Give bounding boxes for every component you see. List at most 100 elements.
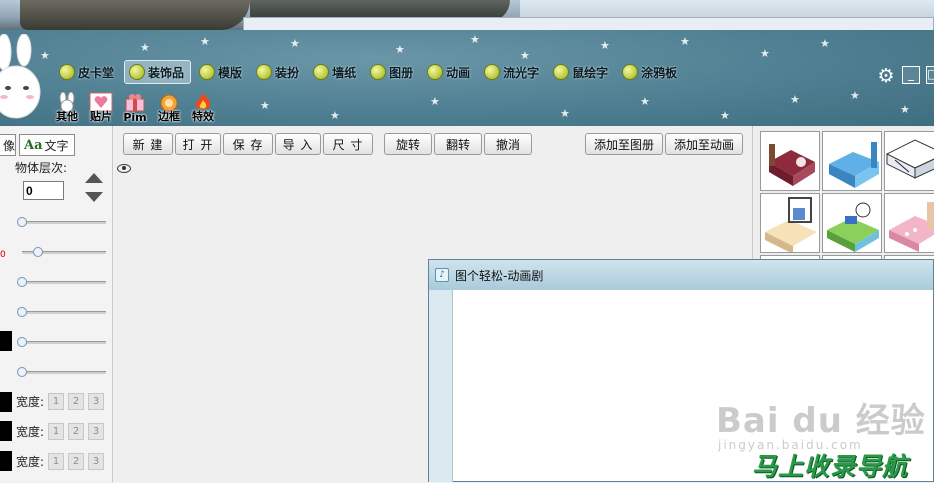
text-aa-icon: Aa [24,137,43,153]
width-row: 宽度: 1 2 3 [16,453,105,470]
subnav-pim[interactable]: Pim [120,92,150,124]
leaf-icon [553,64,570,80]
color-swatch[interactable] [0,392,12,412]
property-slider[interactable] [17,217,106,227]
leaf-icon [484,64,501,80]
layer-down-arrow-icon[interactable] [85,192,103,202]
thumbnail-canopy-bed[interactable] [760,193,820,253]
width-option-button[interactable]: 1 [48,393,65,410]
slider-thumb[interactable] [17,277,27,287]
open-button[interactable]: 打 开 [175,133,221,155]
app-icon: ♪ [435,268,449,282]
property-slider[interactable] [17,337,106,347]
category-nav: 皮卡堂 装饰品 模版 装扮 墙纸 图册 动画 流光字 鼠绘字 涂鸦板 [55,60,683,86]
slider-thumb[interactable] [33,247,43,257]
slider-thumb[interactable] [17,307,27,317]
nav-item-mouse-text[interactable]: 鼠绘字 [549,60,614,84]
panel-tabs: 像 Aa 文字 [0,134,75,156]
leaf-icon [622,64,639,80]
new-button[interactable]: 新 建 [123,133,173,155]
gift-icon [125,94,145,112]
property-slider[interactable] [17,277,106,287]
app-header: ★ ★ ★ ★ ★ ★ ★ ★ ★ ★ ★ ★ ★ ★ ★ ★ ★ ★ ★ ★ … [0,30,934,126]
subnav-stickers[interactable]: 贴片 [86,92,116,123]
color-swatch[interactable] [0,451,12,471]
width-row: 宽度: 1 2 3 [16,393,105,410]
thumbnail-green-bed[interactable] [822,193,882,253]
add-to-animation-button[interactable]: 添加至动画 [665,133,743,155]
property-slider[interactable] [17,367,106,377]
property-slider[interactable] [22,247,106,257]
leaf-icon [313,64,330,80]
tab-image[interactable]: 像 [0,134,16,156]
background-window-edge [243,17,934,31]
leaf-icon [59,64,75,80]
thumbnail-blue-bed[interactable] [822,131,882,191]
width-option-button[interactable]: 2 [68,393,85,410]
properties-panel: 像 Aa 文字 物体层次: 0 宽度: 1 2 3 宽度: 1 2 3 宽度: … [0,126,113,482]
color-swatch[interactable] [0,421,12,441]
flip-button[interactable]: 翻转 [434,133,482,155]
edit-toolbar: 旋转 翻转 撤消 [384,133,532,155]
slider-thumb[interactable] [17,367,27,377]
leaf-icon [256,64,273,80]
nav-item-templates[interactable]: 模版 [195,60,248,84]
layer-up-arrow-icon[interactable] [85,173,103,183]
width-option-button[interactable]: 1 [48,423,65,440]
thumbnail-red-bed[interactable] [760,131,820,191]
subnav-other[interactable]: 其他 [52,92,82,123]
slider-thumb[interactable] [17,337,27,347]
nav-item-decorations[interactable]: 装饰品 [124,60,192,84]
width-option-button[interactable]: 3 [88,453,105,470]
color-swatch[interactable] [0,331,12,351]
export-toolbar: 添加至图册 添加至动画 [585,133,743,155]
subnav-effects[interactable]: 特效 [188,92,218,123]
visibility-eye-icon[interactable] [117,164,131,173]
thumbnail-white-shelf[interactable] [884,131,934,191]
size-button[interactable]: 尺 寸 [323,133,373,155]
minimize-button[interactable]: _ [902,66,920,84]
leaf-icon [129,64,146,80]
layer-input[interactable] [23,181,64,200]
width-option-button[interactable]: 2 [68,453,85,470]
nav-item-animation[interactable]: 动画 [423,60,476,84]
animation-window-sidebar [429,290,453,482]
baidu-watermark: Bai du 经验 [716,401,926,441]
marker-icon: 0 [0,250,6,260]
settings-gear-icon[interactable]: ⚙ [876,66,896,86]
property-slider[interactable] [17,307,106,317]
slider-thumb[interactable] [17,217,27,227]
rock-scenery [20,0,250,30]
width-row: 宽度: 1 2 3 [16,423,105,440]
tab-text[interactable]: Aa 文字 [19,134,75,156]
save-button[interactable]: 保 存 [223,133,273,155]
nav-item-glow-text[interactable]: 流光字 [480,60,545,84]
nav-item-album[interactable]: 图册 [366,60,419,84]
maximize-button[interactable]: □ [926,66,934,84]
animation-window-titlebar[interactable]: ♪ 图个轻松-动画剧 [429,260,933,290]
width-option-button[interactable]: 3 [88,393,105,410]
subnav-frames[interactable]: 边框 [154,92,184,123]
file-toolbar: 新 建 打 开 保 存 导 入 尺 寸 [123,133,373,155]
window-controls: ⚙ _ □ [876,66,934,86]
import-button[interactable]: 导 入 [275,133,321,155]
subcategory-nav: 其他 贴片 Pim 边框 特效 [52,92,218,124]
background-photo [0,0,934,31]
nav-item-dressup[interactable]: 装扮 [252,60,305,84]
add-to-album-button[interactable]: 添加至图册 [585,133,663,155]
thumbnail-grid [760,131,934,263]
layer-label: 物体层次: [15,161,68,175]
nav-item-doodle-board[interactable]: 涂鸦板 [618,60,683,84]
leaf-icon [427,64,444,80]
width-option-button[interactable]: 3 [88,423,105,440]
nav-item-wallpaper[interactable]: 墙纸 [309,60,362,84]
rotate-button[interactable]: 旋转 [384,133,432,155]
bunny-mascot-icon [0,34,41,119]
thumbnail-pink-bed[interactable] [884,193,934,253]
undo-button[interactable]: 撤消 [484,133,532,155]
leaf-icon [199,64,216,80]
site-logo-watermark: 马上收录导航 [752,452,909,481]
width-option-button[interactable]: 1 [48,453,65,470]
width-option-button[interactable]: 2 [68,423,85,440]
nav-item-pikatang[interactable]: 皮卡堂 [55,60,120,84]
